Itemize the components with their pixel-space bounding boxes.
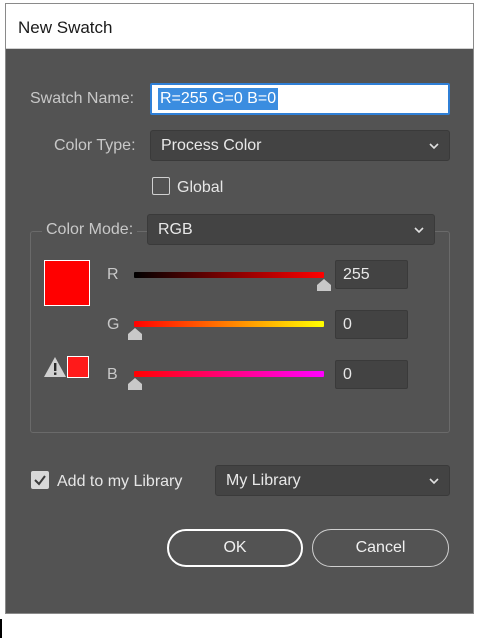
r-value-field[interactable]: 255 bbox=[335, 260, 408, 289]
color-preview-swatch bbox=[44, 260, 90, 306]
checkmark-icon bbox=[34, 475, 46, 486]
library-value: My Library bbox=[226, 472, 301, 489]
r-value: 255 bbox=[343, 266, 370, 283]
channel-b-label: B bbox=[107, 366, 118, 383]
chevron-down-icon bbox=[429, 478, 439, 485]
swatch-name-label: Swatch Name: bbox=[30, 90, 135, 107]
b-slider-track[interactable] bbox=[134, 371, 324, 377]
color-mode-value: RGB bbox=[158, 221, 193, 238]
add-to-library-checkbox[interactable] bbox=[31, 471, 49, 489]
color-type-label: Color Type: bbox=[54, 137, 136, 154]
chevron-down-icon bbox=[414, 227, 424, 234]
title-bar: New Swatch bbox=[6, 4, 473, 49]
global-checkbox[interactable] bbox=[152, 177, 170, 195]
b-value-field[interactable]: 0 bbox=[335, 360, 408, 389]
color-mode-label: Color Mode: bbox=[42, 221, 138, 239]
add-to-library-label: Add to my Library bbox=[57, 473, 183, 490]
chevron-down-icon bbox=[429, 143, 439, 150]
swatch-name-input[interactable]: R=255 G=0 B=0 bbox=[150, 83, 450, 115]
g-slider-track[interactable] bbox=[134, 321, 324, 327]
g-value-field[interactable]: 0 bbox=[335, 310, 408, 339]
r-slider-track[interactable] bbox=[134, 272, 324, 278]
channel-g-label: G bbox=[107, 316, 120, 333]
cancel-button[interactable]: Cancel bbox=[312, 529, 449, 567]
r-slider-thumb[interactable] bbox=[317, 279, 331, 291]
ok-button[interactable]: OK bbox=[167, 529, 303, 567]
b-slider-thumb[interactable] bbox=[128, 378, 142, 390]
new-swatch-dialog: New Swatch Swatch Name: R=255 G=0 B=0 Co… bbox=[5, 3, 474, 614]
color-type-dropdown[interactable]: Process Color bbox=[150, 130, 450, 161]
channel-r-label: R bbox=[107, 266, 119, 283]
out-of-gamut-swatch[interactable] bbox=[67, 356, 89, 378]
dialog-title: New Swatch bbox=[18, 18, 113, 37]
g-slider-thumb[interactable] bbox=[128, 328, 142, 340]
color-mode-dropdown[interactable]: RGB bbox=[147, 214, 435, 245]
g-value: 0 bbox=[343, 316, 352, 333]
warning-icon[interactable] bbox=[43, 356, 67, 378]
text-cursor bbox=[0, 619, 2, 638]
color-type-value: Process Color bbox=[161, 137, 262, 154]
swatch-name-value: R=255 G=0 B=0 bbox=[158, 88, 279, 110]
global-label: Global bbox=[177, 179, 224, 196]
b-value: 0 bbox=[343, 366, 352, 383]
library-dropdown[interactable]: My Library bbox=[215, 465, 450, 496]
